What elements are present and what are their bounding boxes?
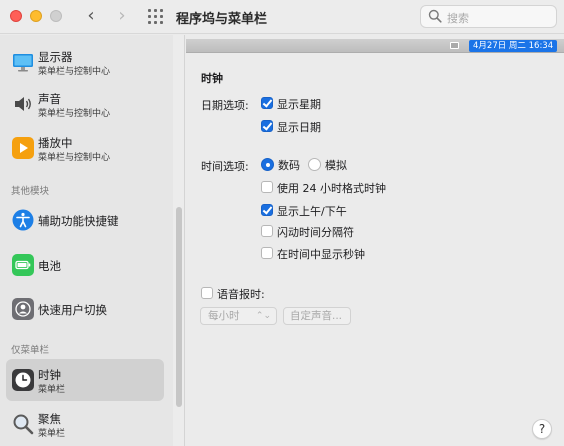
date-options-label: 日期选项: [201,99,249,112]
minimize-window-button[interactable] [30,10,42,22]
play-icon [12,137,34,159]
battery-icon [12,254,34,276]
analog-radio[interactable] [308,158,321,171]
window-title: 程序坞与菜单栏 [176,12,268,27]
show-am-pm-label: 显示上午/下午 [277,205,347,218]
show-weekday-checkbox[interactable] [261,97,273,109]
menubar-clock-preview: 4月27日 周二 16:34 [469,40,558,52]
sidebar-item-battery[interactable]: 电池 [6,244,164,286]
flash-separators-checkbox[interactable] [261,225,273,237]
sidebar-section-menubar-only: 仅菜单栏 [11,345,50,356]
zoom-window-button[interactable] [50,10,62,22]
accessibility-icon [12,209,34,231]
sidebar-item-now-playing[interactable]: 播放中 菜单栏与控制中心 [6,127,164,169]
sidebar-scrollbar[interactable] [173,35,185,446]
customize-voice-button[interactable]: 自定声音... [283,307,351,325]
sidebar-item-label: 快速用户切换 [38,303,107,317]
sidebar-item-sublabel: 菜单栏与控制中心 [38,153,111,163]
flash-separators-label: 闪动时间分隔符 [277,226,354,239]
search-icon [428,9,442,23]
time-options-label: 时间选项: [201,160,249,173]
menubar-status-icon [450,42,459,49]
sidebar-item-label: 辅助功能快捷键 [38,214,119,228]
announce-interval-select[interactable]: 每小时 ⌃⌄ [200,307,277,325]
digital-label: 数码 [278,159,300,172]
show-date-checkbox[interactable] [261,120,273,132]
sidebar-item-label: 播放中 [38,136,73,150]
sidebar-item-label: 显示器 [38,50,73,64]
back-button[interactable]: ‹ [83,6,99,26]
search-field[interactable]: 搜索 [420,5,557,28]
analog-label: 模拟 [325,159,347,172]
title-bar: ‹ › 程序坞与菜单栏 搜索 [0,0,564,34]
chevron-updown-icon: ⌃⌄ [255,311,271,321]
sidebar-item-sublabel: 菜单栏 [38,429,66,439]
sidebar-item-clock[interactable]: 时钟 菜单栏 [6,359,164,401]
sidebar-item-accessibility-shortcuts[interactable]: 辅助功能快捷键 [6,199,164,241]
show-seconds-label: 在时间中显示秒钟 [277,248,365,261]
sidebar-item-sublabel: 菜单栏与控制中心 [38,109,111,119]
sidebar-item-fast-user-switching[interactable]: 快速用户切换 [6,288,164,330]
sidebar-section-other: 其他模块 [11,186,50,197]
menubar-preview: 4月27日 周二 16:34 [186,39,564,53]
show-seconds-checkbox[interactable] [261,247,273,259]
clock-icon [12,369,34,391]
sidebar-item-sound[interactable]: 声音 菜单栏与控制中心 [6,83,164,125]
announce-interval-value: 每小时 [208,310,240,322]
show-all-grid-icon[interactable] [148,9,163,24]
search-placeholder: 搜索 [447,12,469,25]
sidebar-item-spotlight[interactable]: 聚焦 菜单栏 [6,403,164,445]
announce-time-checkbox[interactable] [201,287,213,299]
forward-button[interactable]: › [114,6,130,26]
use-24-hour-checkbox[interactable] [261,181,273,193]
sidebar-item-label: 聚焦 [38,412,61,426]
sidebar-item-display[interactable]: 显示器 菜单栏与控制中心 [6,41,164,83]
display-icon [13,54,33,72]
close-window-button[interactable] [10,10,22,22]
use-24-hour-label: 使用 24 小时格式时钟 [277,182,386,195]
sidebar-item-label: 电池 [38,259,61,273]
show-date-label: 显示日期 [277,121,321,134]
sidebar-item-sublabel: 菜单栏与控制中心 [38,67,111,77]
help-button[interactable]: ? [532,419,552,439]
spotlight-icon [13,414,34,435]
sidebar-item-label: 时钟 [38,368,61,382]
sidebar-item-sublabel: 菜单栏 [38,385,66,395]
show-weekday-label: 显示星期 [277,98,321,111]
scrollbar-thumb[interactable] [176,207,182,407]
sidebar: 显示器 菜单栏与控制中心 声音 菜单栏与控制中心 播放中 菜单栏与控制中心 其他… [0,35,173,446]
user-switch-icon [12,298,34,320]
speaker-icon [15,97,31,111]
digital-radio[interactable] [261,158,274,171]
announce-time-label: 语音报时: [217,288,265,301]
section-title: 时钟 [201,72,223,85]
sidebar-item-label: 声音 [38,92,61,106]
clock-settings-pane: 4月27日 周二 16:34 时钟 日期选项: 显示星期 显示日期 时间选项: … [186,35,564,446]
show-am-pm-checkbox[interactable] [261,204,273,216]
